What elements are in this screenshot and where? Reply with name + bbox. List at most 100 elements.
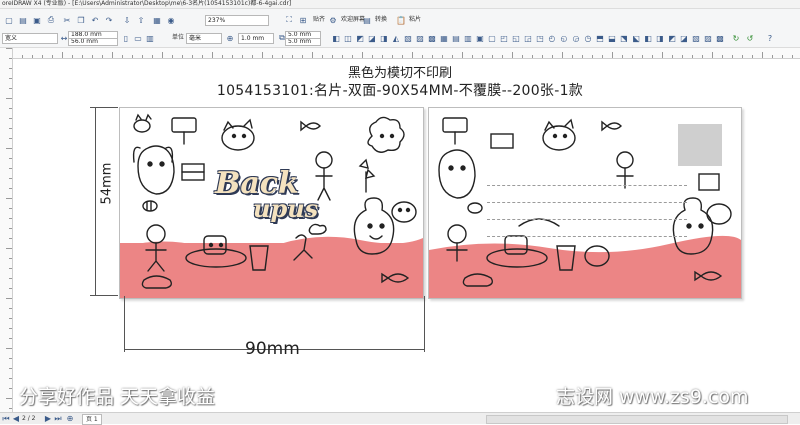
launcher-button[interactable]: 转换 <box>375 15 387 25</box>
tool-icon-13[interactable]: ▢ <box>486 32 498 44</box>
undo-icon[interactable]: ↶ <box>89 14 101 26</box>
tool-icon-29[interactable]: ◪ <box>678 32 690 44</box>
tool-icon-25[interactable]: ⬕ <box>630 32 642 44</box>
tool-icon-18[interactable]: ◴ <box>546 32 558 44</box>
tool-icon-15[interactable]: ◱ <box>510 32 522 44</box>
ruler-tick <box>562 52 563 58</box>
sync-icon[interactable]: ↺ <box>744 32 756 44</box>
ruler-tick <box>9 208 12 209</box>
tool-icon-28[interactable]: ◩ <box>666 32 678 44</box>
tool-icon-32[interactable]: ▩ <box>714 32 726 44</box>
tool-icon-16[interactable]: ◲ <box>522 32 534 44</box>
redo-icon[interactable]: ↷ <box>103 14 115 26</box>
ruler-tick <box>82 55 83 58</box>
business-card-front[interactable]: Back upus <box>119 107 424 299</box>
save-icon[interactable]: ▣ <box>31 14 43 26</box>
ruler-tick <box>9 308 12 309</box>
width-dimension-right-tick <box>424 296 425 352</box>
application-launcher-icon[interactable]: ▦ <box>151 14 163 26</box>
ruler-tick <box>202 55 203 58</box>
refresh-icon[interactable]: ↻ <box>730 32 742 44</box>
tool-icon-23[interactable]: ⬓ <box>606 32 618 44</box>
business-card-back[interactable] <box>428 107 742 299</box>
tool-icon-9[interactable]: ▦ <box>438 32 450 44</box>
tool-icon-1[interactable]: ◫ <box>342 32 354 44</box>
ruler-tick <box>6 248 12 249</box>
first-page-icon[interactable]: ⏮ <box>2 413 10 423</box>
tool-icon-19[interactable]: ◵ <box>558 32 570 44</box>
tool-icon-7[interactable]: ▨ <box>414 32 426 44</box>
help-icon[interactable]: ? <box>764 32 776 44</box>
treat-as-filled-icon[interactable]: ◧ <box>330 32 342 44</box>
tool-icon-4[interactable]: ◨ <box>378 32 390 44</box>
tool-icon-27[interactable]: ◨ <box>654 32 666 44</box>
ruler-tick <box>702 55 703 58</box>
add-page-icon[interactable]: ⊕ <box>66 413 74 423</box>
paste-button[interactable]: 粘片 <box>409 15 421 25</box>
ruler-tick <box>9 368 12 369</box>
tool-icon-22[interactable]: ⬒ <box>594 32 606 44</box>
ruler-tick <box>6 198 12 199</box>
horizontal-ruler[interactable] <box>12 48 800 59</box>
tool-icon-17[interactable]: ◳ <box>534 32 546 44</box>
new-document-icon[interactable]: ▢ <box>3 14 15 26</box>
vertical-ruler[interactable] <box>0 48 13 412</box>
tool-icon-26[interactable]: ◧ <box>642 32 654 44</box>
units-label: 单位 <box>172 34 185 41</box>
tool-icon-31[interactable]: ▨ <box>702 32 714 44</box>
previous-page-icon[interactable]: ◀ <box>12 413 20 423</box>
cut-icon[interactable]: ✂ <box>61 14 73 26</box>
ruler-tick <box>712 52 713 58</box>
ruler-tick <box>9 338 12 339</box>
ruler-tick <box>372 55 373 58</box>
corel-online-icon[interactable]: ◉ <box>165 14 177 26</box>
paper-type-select[interactable]: 宽义 <box>2 33 58 44</box>
tool-icon-6[interactable]: ▧ <box>402 32 414 44</box>
ruler-tick <box>9 378 12 379</box>
tool-icon-21[interactable]: ◷ <box>582 32 594 44</box>
nudge-distance-field[interactable]: 1.0 mm <box>238 33 274 44</box>
tool-icon-20[interactable]: ◶ <box>570 32 582 44</box>
duplicate-y-field[interactable]: 5.0 mm <box>285 38 321 46</box>
print-icon[interactable]: ⎙ <box>45 14 57 26</box>
tool-icon-5[interactable]: ◭ <box>390 32 402 44</box>
ruler-tick <box>9 328 12 329</box>
paste-icon[interactable]: 📋 <box>395 14 407 26</box>
next-page-icon[interactable]: ▶ <box>44 413 52 423</box>
tool-icon-2[interactable]: ◩ <box>354 32 366 44</box>
height-dimension-cap-bottom <box>90 295 118 296</box>
options-icon[interactable]: ⚙ <box>327 14 339 26</box>
zoom-level-select[interactable]: 237% <box>205 15 269 26</box>
application-launcher-button-icon[interactable]: ▤ <box>361 14 373 26</box>
export-icon[interactable]: ⇧ <box>135 14 147 26</box>
ruler-tick <box>502 55 503 58</box>
ruler-tick <box>742 55 743 58</box>
ruler-tick <box>632 55 633 58</box>
tool-icon-8[interactable]: ▩ <box>426 32 438 44</box>
units-select[interactable]: 毫米 <box>186 33 222 44</box>
import-icon[interactable]: ⇩ <box>121 14 133 26</box>
full-screen-preview-icon[interactable]: ⛶ <box>283 14 295 26</box>
page-height-field[interactable]: 56.0 mm <box>68 38 118 46</box>
copy-icon[interactable]: ❐ <box>75 14 87 26</box>
tool-icon-14[interactable]: ◰ <box>498 32 510 44</box>
tool-icon-30[interactable]: ▧ <box>690 32 702 44</box>
ruler-tick <box>9 138 12 139</box>
landscape-icon[interactable]: ▭ <box>132 32 144 44</box>
page-tab-1[interactable]: 页 1 <box>82 414 102 425</box>
tool-icon-10[interactable]: ▤ <box>450 32 462 44</box>
tool-icon-24[interactable]: ⬔ <box>618 32 630 44</box>
tool-icon-11[interactable]: ▥ <box>462 32 474 44</box>
snap-to-menu[interactable]: 贴齐 <box>313 15 325 25</box>
open-folder-icon[interactable]: ▤ <box>17 14 29 26</box>
all-pages-icon[interactable]: ▥ <box>144 32 156 44</box>
tool-icon-12[interactable]: ▣ <box>474 32 486 44</box>
ruler-tick <box>792 55 793 58</box>
ruler-tick <box>402 55 403 58</box>
show-rulers-icon[interactable]: ⊞ <box>297 14 309 26</box>
last-page-icon[interactable]: ⏭ <box>54 413 62 423</box>
ruler-tick <box>432 55 433 58</box>
ruler-tick <box>322 55 323 58</box>
portrait-icon[interactable]: ▯ <box>120 32 132 44</box>
tool-icon-3[interactable]: ◪ <box>366 32 378 44</box>
